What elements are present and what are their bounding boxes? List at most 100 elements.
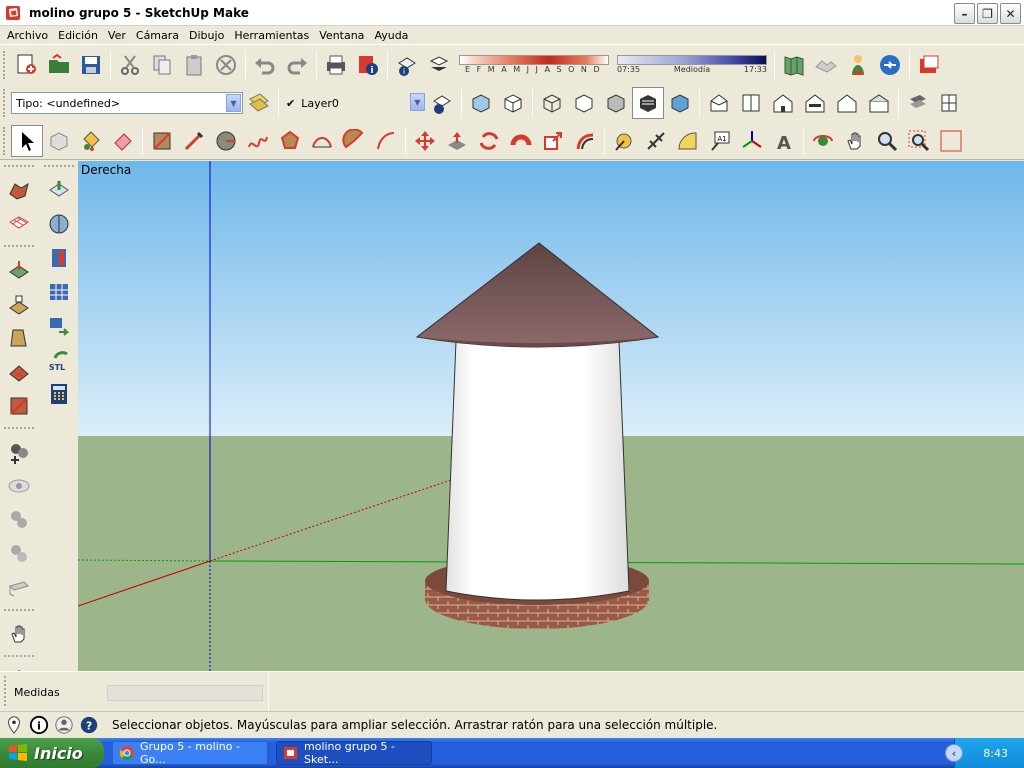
tape-measure-icon[interactable] [608,125,640,157]
calculator-icon[interactable] [42,377,76,411]
layer-combo[interactable]: ✔ Layer0 ▼ [282,92,426,114]
pan-left-icon[interactable] [2,617,36,651]
arc-tool-icon[interactable] [306,125,338,157]
follow-me-icon[interactable] [505,125,537,157]
open-file-icon[interactable] [43,49,75,81]
eye-icon[interactable] [2,469,36,503]
time-slider[interactable] [617,55,767,65]
text-tool-icon[interactable]: A1 [704,125,736,157]
axes-tool-icon[interactable] [736,125,768,157]
get-models-icon[interactable] [842,49,874,81]
door-icon[interactable] [42,241,76,275]
stamp-icon[interactable] [2,287,36,321]
back-view-icon[interactable] [831,87,863,119]
right-view-icon[interactable] [799,87,831,119]
back-edges-icon[interactable] [497,87,529,119]
pie-tool-icon[interactable] [338,125,370,157]
push-pull-icon[interactable] [441,125,473,157]
chevron-down-icon[interactable]: ▼ [226,94,241,112]
erase-icon[interactable] [210,49,242,81]
shaded-icon[interactable] [600,87,632,119]
menu-ver[interactable]: Ver [103,29,131,42]
model-info-icon[interactable]: i [352,49,384,81]
menu-ayuda[interactable]: Ayuda [369,29,413,42]
photo-match-icon[interactable] [42,173,76,207]
two-point-arc-icon[interactable] [370,125,402,157]
orbit-icon[interactable] [807,125,839,157]
help-icon[interactable]: ? [78,714,100,736]
menu-ventana[interactable]: Ventana [314,29,369,42]
start-button[interactable]: Inicio [0,738,104,768]
minimize-button[interactable]: – [954,3,975,24]
line-tool-icon[interactable] [178,125,210,157]
credits-icon[interactable]: i [28,714,50,736]
menu-archivo[interactable]: Archivo [2,29,53,42]
location-map-icon[interactable] [778,49,810,81]
undo-icon[interactable] [249,49,281,81]
xray-style-icon[interactable] [465,87,497,119]
taskbar-item-sketchup[interactable]: molino grupo 5 - Sket... [276,740,432,766]
protractor-icon[interactable] [672,125,704,157]
copy-icon[interactable] [146,49,178,81]
new-file-icon[interactable] [11,49,43,81]
import-arrow-icon[interactable] [42,309,76,343]
freehand-tool-icon[interactable] [242,125,274,157]
redo-icon[interactable] [281,49,313,81]
select-tool-icon[interactable] [11,124,43,157]
entity-type-combo[interactable]: Tipo: <undefined> ▼ [11,92,243,114]
monochrome-icon[interactable] [664,87,696,119]
section-plane-left-icon[interactable] [2,571,36,605]
front-view-icon[interactable] [767,87,799,119]
eraser-icon[interactable] [107,125,139,157]
print-icon[interactable] [320,49,352,81]
scale-tool-icon[interactable] [537,125,569,157]
offset-tool-icon[interactable] [569,125,601,157]
chevron-left-icon[interactable]: ‹ [945,744,963,762]
hidden-line-icon[interactable] [568,87,600,119]
window-grid-icon[interactable] [42,275,76,309]
rotate-tool-icon[interactable] [473,125,505,157]
drape-icon[interactable] [2,321,36,355]
3d-viewport[interactable]: Derecha [78,161,1024,671]
iso-view-icon[interactable] [703,87,735,119]
menu-herramientas[interactable]: Herramientas [229,29,314,42]
sphere-icon[interactable] [42,207,76,241]
smoove-icon[interactable] [2,253,36,287]
add-scene-icon[interactable] [2,435,36,469]
rectangle-tool-icon[interactable] [146,125,178,157]
3d-text-icon[interactable]: A [768,125,800,157]
section-cuts-icon[interactable] [934,87,966,119]
close-button[interactable]: ✕ [1000,3,1021,24]
chevron-down-icon[interactable]: ▼ [410,93,425,111]
geo-location-icon[interactable] [3,714,25,736]
cut-icon[interactable] [114,49,146,81]
layers-icon[interactable] [426,87,458,119]
top-view-icon[interactable] [735,87,767,119]
left-view-icon[interactable] [863,87,895,119]
scene-canvas[interactable] [78,161,1024,671]
date-slider[interactable] [459,55,609,65]
display-shadows-icon[interactable] [423,49,455,81]
sandbox-from-contours-icon[interactable] [2,173,36,207]
circle-tool-icon[interactable] [210,125,242,157]
menu-camara[interactable]: Cámara [131,29,184,42]
zoom-extents-icon[interactable] [935,125,967,157]
layer-manager-icon[interactable] [243,87,275,119]
shadow-settings-icon[interactable]: i [391,49,423,81]
section-plane-icon[interactable] [902,87,934,119]
paint-bucket-icon[interactable] [75,125,107,157]
shaded-textures-icon[interactable] [632,87,664,119]
make-component-icon[interactable] [43,125,75,157]
flip-edge-icon[interactable] [2,389,36,423]
measurements-input[interactable] [107,685,263,701]
paste-icon[interactable] [178,49,210,81]
extension-warehouse-icon[interactable] [913,49,945,81]
zoom-icon[interactable] [871,125,903,157]
move-tool-icon[interactable] [409,125,441,157]
user-account-icon[interactable] [53,714,75,736]
share-model-icon[interactable] [874,49,906,81]
menu-edicion[interactable]: Edición [53,29,103,42]
menu-dibujo[interactable]: Dibujo [184,29,229,42]
maximize-button[interactable]: ❐ [977,3,998,24]
stl-export-icon[interactable]: STL [42,343,76,377]
